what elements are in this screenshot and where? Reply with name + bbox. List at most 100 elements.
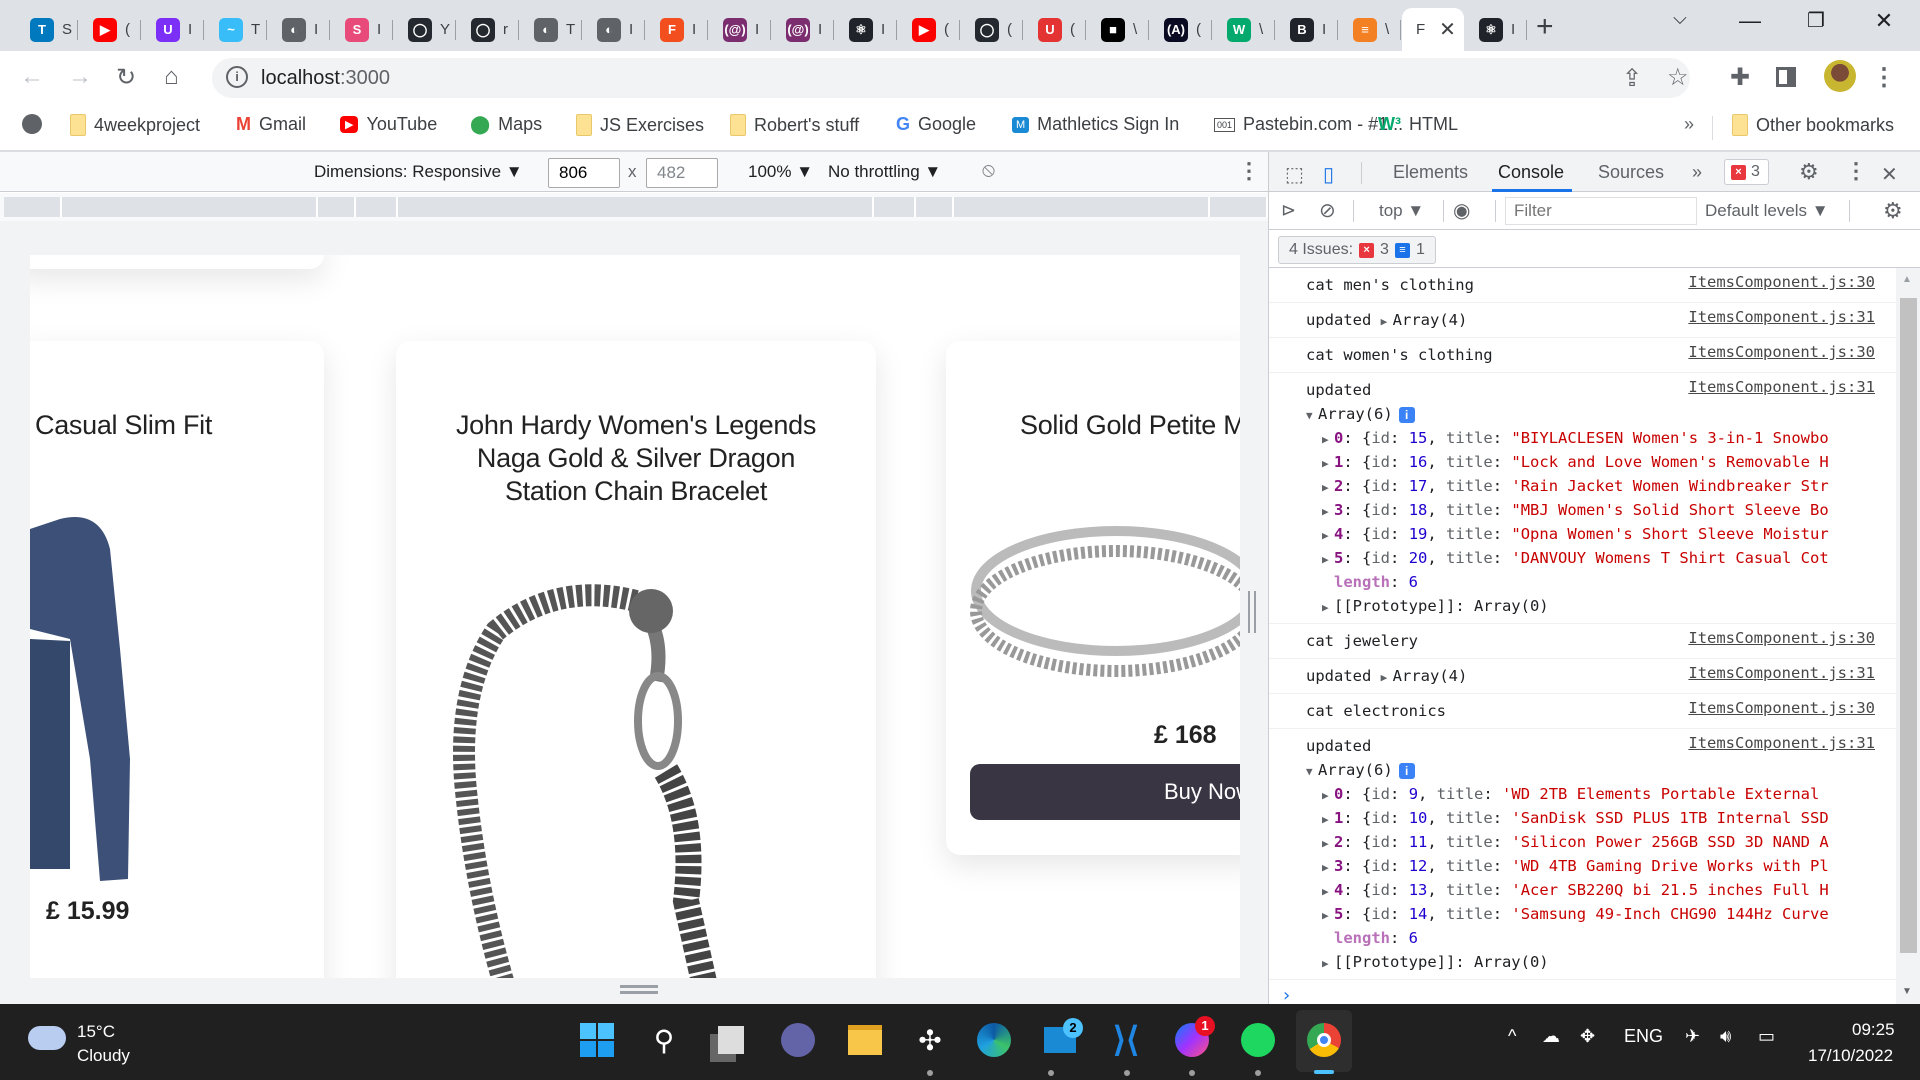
apps-icon[interactable] xyxy=(22,114,42,134)
array-item[interactable]: ▶ 5: {id: 20, title: 'DANVOUY Womens T Sh… xyxy=(1306,546,1896,570)
tab-react-bootstrap[interactable]: BI xyxy=(1276,8,1338,51)
tab-github[interactable]: ◯ r xyxy=(457,8,519,51)
array-item[interactable]: ▶ 5: {id: 14, title: 'Samsung 49-Inch CHG… xyxy=(1306,902,1896,926)
expand-array-toggle[interactable]: ▶ Array(4) xyxy=(1381,311,1468,329)
tab-globe[interactable]: ◐ T xyxy=(520,8,582,51)
chrome-menu-icon[interactable]: ⋮ xyxy=(1872,63,1896,92)
more-tabs-button[interactable]: » xyxy=(1692,162,1702,183)
start-button[interactable] xyxy=(575,1018,619,1062)
restore-button[interactable]: ❐ xyxy=(1796,8,1836,33)
address-bar[interactable]: i localhost:3000 ⇪ ☆ xyxy=(212,58,1690,98)
source-link[interactable]: ItemsComponent.js:31 xyxy=(1688,664,1875,682)
new-tab-button[interactable]: + xyxy=(1536,10,1554,44)
product-card[interactable]: Solid Gold Petite M £ 168 Buy Now xyxy=(946,341,1240,855)
task-view-icon[interactable] xyxy=(709,1018,753,1062)
rotate-icon[interactable]: ⦸ xyxy=(982,159,995,182)
extensions-puzzle-icon[interactable]: ✚ xyxy=(1730,63,1750,92)
airplane-mode-icon[interactable]: ✈ xyxy=(1685,1026,1700,1047)
array-item[interactable]: ▶ 1: {id: 16, title: "Lock and Love Women… xyxy=(1306,450,1896,474)
tab-sources[interactable]: Sources xyxy=(1598,162,1664,183)
edge-icon[interactable] xyxy=(972,1018,1016,1062)
tab-regex[interactable]: (@) I xyxy=(709,8,771,51)
scroll-up-icon[interactable]: ▲ xyxy=(1902,274,1912,285)
source-link[interactable]: ItemsComponent.js:31 xyxy=(1688,734,1875,752)
clock-time[interactable]: 09:25 xyxy=(1852,1020,1895,1040)
bookmark-mathletics-sign-in[interactable]: M Mathletics Sign In xyxy=(1012,114,1179,135)
language-indicator[interactable]: ENG xyxy=(1624,1026,1663,1047)
array-prototype[interactable]: ▶ [[Prototype]]: Array(0) xyxy=(1306,594,1896,618)
console-settings-gear-icon[interactable]: ⚙ xyxy=(1883,198,1903,224)
console-scrollbar[interactable]: ▲ ▼ xyxy=(1896,268,1920,1004)
side-panel-icon[interactable] xyxy=(1776,67,1796,87)
other-bookmarks-folder[interactable]: Other bookmarks xyxy=(1732,114,1894,136)
array-item[interactable]: ▶ 3: {id: 12, title: 'WD 4TB Gaming Drive… xyxy=(1306,854,1896,878)
slack-icon[interactable]: ✣ xyxy=(908,1018,952,1062)
buy-now-button[interactable]: Buy Now xyxy=(970,764,1240,820)
log-levels-dropdown[interactable]: Default levels ▼ xyxy=(1705,201,1829,221)
tab-regex[interactable]: (@) I xyxy=(772,8,834,51)
close-window-button[interactable]: ✕ xyxy=(1864,8,1904,34)
tab-console[interactable]: Console xyxy=(1498,162,1564,183)
viewport-width-input[interactable] xyxy=(548,158,620,188)
tab-globe[interactable]: ◐ I xyxy=(583,8,645,51)
close-devtools-icon[interactable]: ✕ xyxy=(1881,162,1898,187)
array-item[interactable]: ▶ 4: {id: 19, title: "Opna Women's Short … xyxy=(1306,522,1896,546)
tab-stackoverflow[interactable]: ≡ \ xyxy=(1339,8,1401,51)
bookmark-youtube[interactable]: ▶ YouTube xyxy=(340,114,437,135)
bookmarks-overflow-button[interactable]: » xyxy=(1684,114,1694,135)
issues-button[interactable]: 4 Issues: × 3 ≡ 1 xyxy=(1278,236,1436,264)
array-item[interactable]: ▶ 2: {id: 17, title: 'Rain Jacket Women W… xyxy=(1306,474,1896,498)
tab-stylebot[interactable]: SI xyxy=(331,8,393,51)
media-query-bar[interactable] xyxy=(0,193,1268,221)
product-card[interactable]: Casual Slim Fit £ 15.99 xyxy=(30,341,324,978)
minimize-button[interactable]: — xyxy=(1730,8,1770,34)
tab-testing-lib[interactable]: U( xyxy=(1024,8,1086,51)
array-prototype[interactable]: ▶ [[Prototype]]: Array(0) xyxy=(1306,950,1896,974)
array-item[interactable]: ▶ 4: {id: 13, title: 'Acer SB220Q bi 21.5… xyxy=(1306,878,1896,902)
throttling-dropdown[interactable]: No throttling ▼ xyxy=(828,162,941,182)
vscode-icon[interactable]: ⟩⟨ xyxy=(1104,1018,1148,1062)
tab-w3schools[interactable]: W \ xyxy=(1213,8,1275,51)
profile-avatar[interactable] xyxy=(1824,60,1856,92)
tab-github[interactable]: ◯ Y xyxy=(394,8,456,51)
tab-trello[interactable]: TS xyxy=(16,8,78,51)
source-link[interactable]: ItemsComponent.js:30 xyxy=(1688,699,1875,717)
file-explorer-icon[interactable] xyxy=(843,1018,887,1062)
bookmark-gmail[interactable]: M Gmail xyxy=(236,114,306,135)
tab-tailwind[interactable]: ~ T xyxy=(205,8,267,51)
spotify-icon[interactable] xyxy=(1236,1018,1280,1062)
tab-uplabs[interactable]: UI xyxy=(142,8,204,51)
tab-freecodecamp[interactable]: (A) ( xyxy=(1150,8,1212,51)
bookmark-pastebin-com-1[interactable]: 001 Pastebin.com - #1... xyxy=(1214,114,1403,135)
tab-youtube[interactable]: ▶( xyxy=(79,8,141,51)
source-link[interactable]: ItemsComponent.js:31 xyxy=(1688,378,1875,396)
weather-cloud-icon[interactable] xyxy=(28,1026,66,1050)
zoom-dropdown[interactable]: 100% ▼ xyxy=(748,162,813,182)
tab-globe[interactable]: ◐ I xyxy=(268,8,330,51)
array-item[interactable]: ▶ 3: {id: 18, title: "MBJ Women's Solid S… xyxy=(1306,498,1896,522)
array-item[interactable]: ▶ 0: {id: 15, title: "BIYLACLESEN Women's… xyxy=(1306,426,1896,450)
tab-react[interactable]: ⚛ I xyxy=(835,8,897,51)
error-count-badge[interactable]: × 3 xyxy=(1724,159,1769,185)
show-hidden-icons[interactable]: ^ xyxy=(1508,1026,1516,1047)
live-expression-eye-icon[interactable]: ◉ xyxy=(1453,198,1470,223)
source-link[interactable]: ItemsComponent.js:30 xyxy=(1688,273,1875,291)
clock-date[interactable]: 17/10/2022 xyxy=(1808,1046,1893,1066)
array-item[interactable]: ▶ 0: {id: 9, title: 'WD 2TB Elements Port… xyxy=(1306,782,1896,806)
weather-desc[interactable]: Cloudy xyxy=(77,1046,130,1066)
device-toggle-icon[interactable]: ▯ xyxy=(1323,162,1334,187)
product-card[interactable]: John Hardy Women's Legends Naga Gold & S… xyxy=(396,341,876,978)
dimensions-dropdown[interactable]: Dimensions: Responsive ▼ xyxy=(314,162,523,182)
site-info-icon[interactable]: i xyxy=(226,66,248,88)
tab-figma[interactable]: FI xyxy=(646,8,708,51)
bookmark-js-exercises[interactable]: JS Exercises xyxy=(576,114,704,136)
array-item[interactable]: ▶ 1: {id: 10, title: 'SanDisk SSD PLUS 1T… xyxy=(1306,806,1896,830)
bookmark-star-icon[interactable]: ☆ xyxy=(1667,63,1689,92)
bookmark-4weekproject[interactable]: 4weekproject xyxy=(70,114,200,136)
inspect-element-icon[interactable]: ⬚ xyxy=(1285,162,1304,187)
console-filter-input[interactable] xyxy=(1505,197,1697,225)
volume-icon[interactable]: 🔊︎ xyxy=(1720,1026,1731,1047)
battery-icon[interactable]: ▭ xyxy=(1758,1026,1775,1047)
settings-gear-icon[interactable]: ⚙ xyxy=(1799,159,1819,185)
viewport-resize-handle[interactable] xyxy=(30,978,1240,1004)
